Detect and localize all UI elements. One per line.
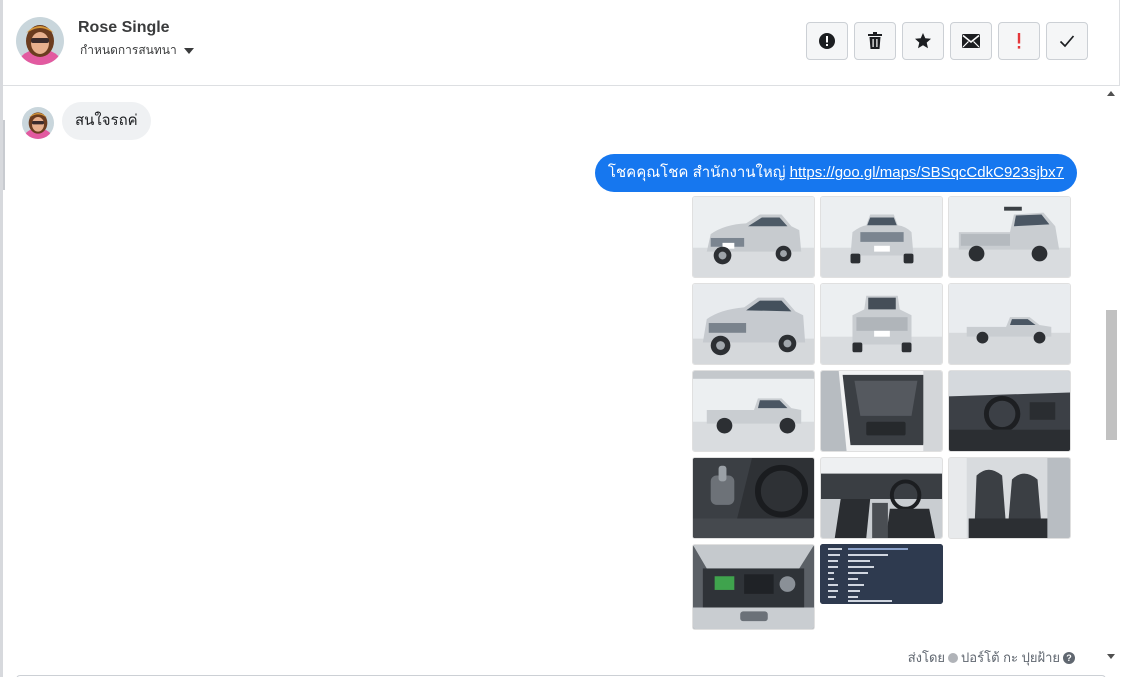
- interior-photo[interactable]: [692, 457, 815, 539]
- car-photo[interactable]: [948, 283, 1071, 365]
- interior-photo[interactable]: [820, 457, 943, 539]
- scroll-down-arrow-icon[interactable]: [1107, 654, 1115, 659]
- sent-by-label: ส่งโดย: [907, 650, 946, 665]
- flag-button[interactable]: [998, 22, 1040, 60]
- engine-photo[interactable]: [692, 544, 815, 630]
- mark-unread-button[interactable]: [950, 22, 992, 60]
- star-button[interactable]: [902, 22, 944, 60]
- report-button[interactable]: [806, 22, 848, 60]
- envelope-icon: [962, 34, 980, 48]
- interior-photo[interactable]: [948, 370, 1071, 452]
- vertical-scrollbar[interactable]: [1104, 86, 1118, 677]
- trash-icon: [868, 32, 882, 49]
- header-actions: [806, 22, 1088, 60]
- message-thread: สนใจรถค่ โชคคุณโชค สำนักงานใหญ่ https://…: [3, 86, 1106, 677]
- sent-by-name[interactable]: ปอร์โต้ กะ ปุยฝ้าย: [961, 647, 1060, 668]
- car-photo[interactable]: [820, 196, 943, 278]
- map-link[interactable]: https://goo.gl/maps/SBSqcCdkC923sjbx7: [790, 164, 1064, 181]
- scrollbar-thumb[interactable]: [1106, 310, 1117, 440]
- conversation-settings-dropdown[interactable]: กำหนดการสนทนา: [80, 41, 194, 60]
- sent-by-info: ส่งโดย ปอร์โต้ กะ ปุยฝ้าย ?: [908, 647, 1075, 668]
- scroll-up-arrow-icon[interactable]: [1107, 91, 1115, 96]
- interior-photo[interactable]: [948, 457, 1071, 539]
- car-photo[interactable]: [692, 283, 815, 365]
- car-photo[interactable]: [692, 370, 815, 452]
- incoming-message-bubble: สนใจรถค่: [62, 102, 151, 140]
- delete-button[interactable]: [854, 22, 896, 60]
- outgoing-message-text: โชคคุณโชค สำนักงานใหญ่: [607, 164, 790, 181]
- car-photo[interactable]: [820, 283, 943, 365]
- outgoing-message-bubble: โชคคุณโชค สำนักงานใหญ่ https://goo.gl/ma…: [594, 154, 1077, 192]
- photo-grid: [692, 196, 1072, 630]
- exclamation-icon: [1017, 33, 1021, 49]
- mark-done-button[interactable]: [1046, 22, 1088, 60]
- chevron-down-icon: [183, 48, 194, 54]
- page-badge-icon: [948, 652, 959, 663]
- messenger-window: Rose Single กำหนดการสนทนา สนใจรถค่ โชคคุ…: [0, 0, 1124, 677]
- checkmark-icon: [1059, 35, 1075, 48]
- help-icon[interactable]: ?: [1063, 651, 1075, 664]
- conversation-settings-label: กำหนดการสนทนา: [80, 43, 177, 57]
- car-photo[interactable]: [692, 196, 815, 278]
- star-icon: [915, 33, 931, 49]
- sender-avatar[interactable]: [22, 107, 54, 139]
- conversation-header: Rose Single กำหนดการสนทนา: [3, 0, 1120, 86]
- contact-avatar[interactable]: [16, 17, 64, 65]
- interior-photo[interactable]: [820, 370, 943, 452]
- car-photo[interactable]: [948, 196, 1071, 278]
- alert-circle-icon: [819, 33, 835, 49]
- contact-name: Rose Single: [78, 19, 170, 36]
- document-photo[interactable]: [820, 544, 943, 604]
